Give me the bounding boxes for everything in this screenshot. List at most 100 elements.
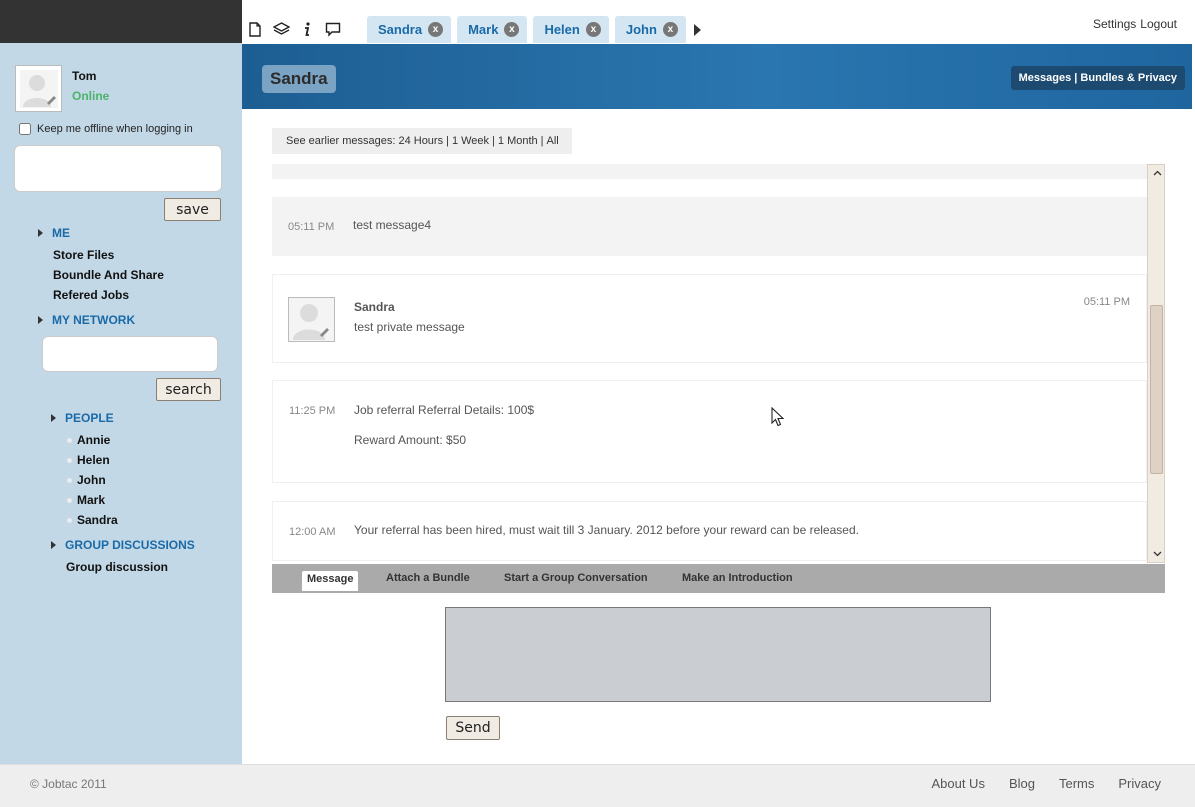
person-name: John xyxy=(77,473,106,487)
status-dot-icon xyxy=(66,436,73,444)
tabs-next-arrow-icon[interactable] xyxy=(693,23,701,36)
top-links: Settings Logout xyxy=(1093,17,1177,31)
person-name: Sandra xyxy=(77,513,118,527)
person-annie[interactable]: Annie xyxy=(66,433,110,447)
mouse-cursor-icon xyxy=(771,407,785,427)
tab-make-introduction[interactable]: Make an Introduction xyxy=(682,572,793,584)
message-text: Reward Amount: $50 xyxy=(354,433,467,447)
search-button[interactable]: search xyxy=(156,378,221,401)
tab-label: Mark xyxy=(468,22,499,37)
status-message-input[interactable] xyxy=(14,145,222,192)
footer-terms-link[interactable]: Terms xyxy=(1059,776,1094,791)
status-dot-icon xyxy=(66,496,73,504)
person-name: Helen xyxy=(77,453,110,467)
logout-link[interactable]: Logout xyxy=(1140,17,1177,31)
person-john[interactable]: John xyxy=(66,473,106,487)
section-label: MY NETWORK xyxy=(52,313,136,327)
footer-about-us-link[interactable]: About Us xyxy=(931,776,984,791)
tab-message[interactable]: Message xyxy=(302,571,359,591)
separator: | xyxy=(446,135,449,147)
close-icon[interactable]: x xyxy=(504,22,520,37)
tab-mark[interactable]: Mark x xyxy=(457,16,528,43)
send-button[interactable]: Send xyxy=(446,716,500,740)
layers-icon[interactable] xyxy=(272,20,290,38)
tab-sandra[interactable]: Sandra x xyxy=(367,16,452,43)
sidebar-item-group-discussion[interactable]: Group discussion xyxy=(66,560,168,574)
footer: © Jobtac 2011 About Us Blog Terms Privac… xyxy=(0,764,1195,807)
message-time: 05:11 PM xyxy=(1083,296,1130,308)
message-list[interactable]: 05:11 PM test message4 Sandra 05:11 PM t… xyxy=(272,164,1147,563)
tab-label: Helen xyxy=(544,22,580,37)
message-time: 12:00 AM xyxy=(289,526,336,538)
network-search-input[interactable] xyxy=(42,336,218,372)
top-bar: Sandra x Mark x Helen x John x Settings … xyxy=(0,0,1195,44)
person-mark[interactable]: Mark xyxy=(66,493,105,507)
earlier-prefix: See earlier messages: xyxy=(286,135,396,147)
info-icon[interactable] xyxy=(298,20,316,38)
close-icon[interactable]: x xyxy=(428,22,444,37)
sidebar-item-bundle-and-share[interactable]: Boundle And Share xyxy=(53,268,164,282)
footer-privacy-link[interactable]: Privacy xyxy=(1118,776,1161,791)
message-text: test message4 xyxy=(353,218,432,232)
person-name: Mark xyxy=(77,493,106,507)
avatar-placeholder-icon xyxy=(293,304,329,340)
sidebar-section-me[interactable]: ME xyxy=(38,226,70,240)
person-sandra[interactable]: Sandra xyxy=(66,513,118,527)
avatar[interactable] xyxy=(15,65,62,112)
message-input[interactable] xyxy=(445,607,991,702)
message-time: 05:11 PM xyxy=(288,221,335,233)
document-icon[interactable] xyxy=(246,20,264,38)
sidebar-section-my-network[interactable]: MY NETWORK xyxy=(38,313,135,327)
earlier-1-month-link[interactable]: 1 Month xyxy=(498,135,538,147)
avatar[interactable] xyxy=(288,297,335,342)
message-time: 11:25 PM xyxy=(289,405,336,417)
person-name: Annie xyxy=(77,433,111,447)
earlier-24-hours-link[interactable]: 24 Hours xyxy=(398,135,443,147)
section-label: GROUP DISCUSSIONS xyxy=(65,538,195,552)
chat-icon[interactable] xyxy=(324,20,342,38)
tab-attach-bundle[interactable]: Attach a Bundle xyxy=(386,572,470,584)
sidebar-section-group-discussions[interactable]: GROUP DISCUSSIONS xyxy=(51,538,195,552)
list-item: 05:11 PM test message4 xyxy=(272,197,1147,256)
tab-john[interactable]: John x xyxy=(614,16,686,43)
toolbar-icons xyxy=(246,20,342,38)
close-icon[interactable]: x xyxy=(662,22,678,37)
offline-option: Keep me offline when logging in xyxy=(19,123,193,135)
status-dot-icon xyxy=(66,516,73,524)
close-icon[interactable]: x xyxy=(585,22,601,37)
separator: | xyxy=(540,135,544,147)
list-item: Sandra 05:11 PM test private message xyxy=(272,274,1147,363)
sidebar-item-store-files[interactable]: Store Files xyxy=(53,248,114,262)
chat-tabs: Sandra x Mark x Helen x John x xyxy=(367,16,701,43)
tab-label: Sandra xyxy=(378,22,423,37)
earlier-messages-bar: See earlier messages: 24 Hours | 1 Week … xyxy=(272,128,572,154)
sidebar-item-refered-jobs[interactable]: Refered Jobs xyxy=(53,288,129,302)
offline-label: Keep me offline when logging in xyxy=(37,123,193,135)
separator: | xyxy=(492,135,495,147)
avatar-placeholder-icon xyxy=(19,69,58,108)
settings-link[interactable]: Settings xyxy=(1093,17,1136,31)
chevron-down-icon[interactable] xyxy=(1152,549,1162,559)
scrollbar-thumb[interactable] xyxy=(1150,305,1163,474)
message-sender: Sandra xyxy=(354,300,395,314)
message-text: Your referral has been hired, must wait … xyxy=(354,523,859,537)
section-label: PEOPLE xyxy=(65,411,114,425)
status-dot-icon xyxy=(66,456,73,464)
earlier-all-link[interactable]: All xyxy=(547,135,559,147)
list-item xyxy=(272,164,1147,179)
offline-checkbox[interactable] xyxy=(19,123,31,135)
save-button[interactable]: save xyxy=(164,198,221,221)
message-scrollbar[interactable] xyxy=(1147,164,1165,563)
person-helen[interactable]: Helen xyxy=(66,453,110,467)
chevron-up-icon[interactable] xyxy=(1152,168,1162,178)
footer-blog-link[interactable]: Blog xyxy=(1009,776,1035,791)
tab-label: John xyxy=(625,22,657,37)
tab-group-conversation[interactable]: Start a Group Conversation xyxy=(504,572,648,584)
messages-bundles-privacy-link[interactable]: Messages | Bundles & Privacy xyxy=(1010,66,1185,90)
tab-helen[interactable]: Helen x xyxy=(533,16,609,43)
expand-arrow-icon xyxy=(51,541,56,549)
sidebar-section-people[interactable]: PEOPLE xyxy=(51,411,114,425)
expand-arrow-icon xyxy=(38,316,43,324)
message-text: Job referral Referral Details: 100$ xyxy=(354,403,535,417)
earlier-1-week-link[interactable]: 1 Week xyxy=(452,135,489,147)
